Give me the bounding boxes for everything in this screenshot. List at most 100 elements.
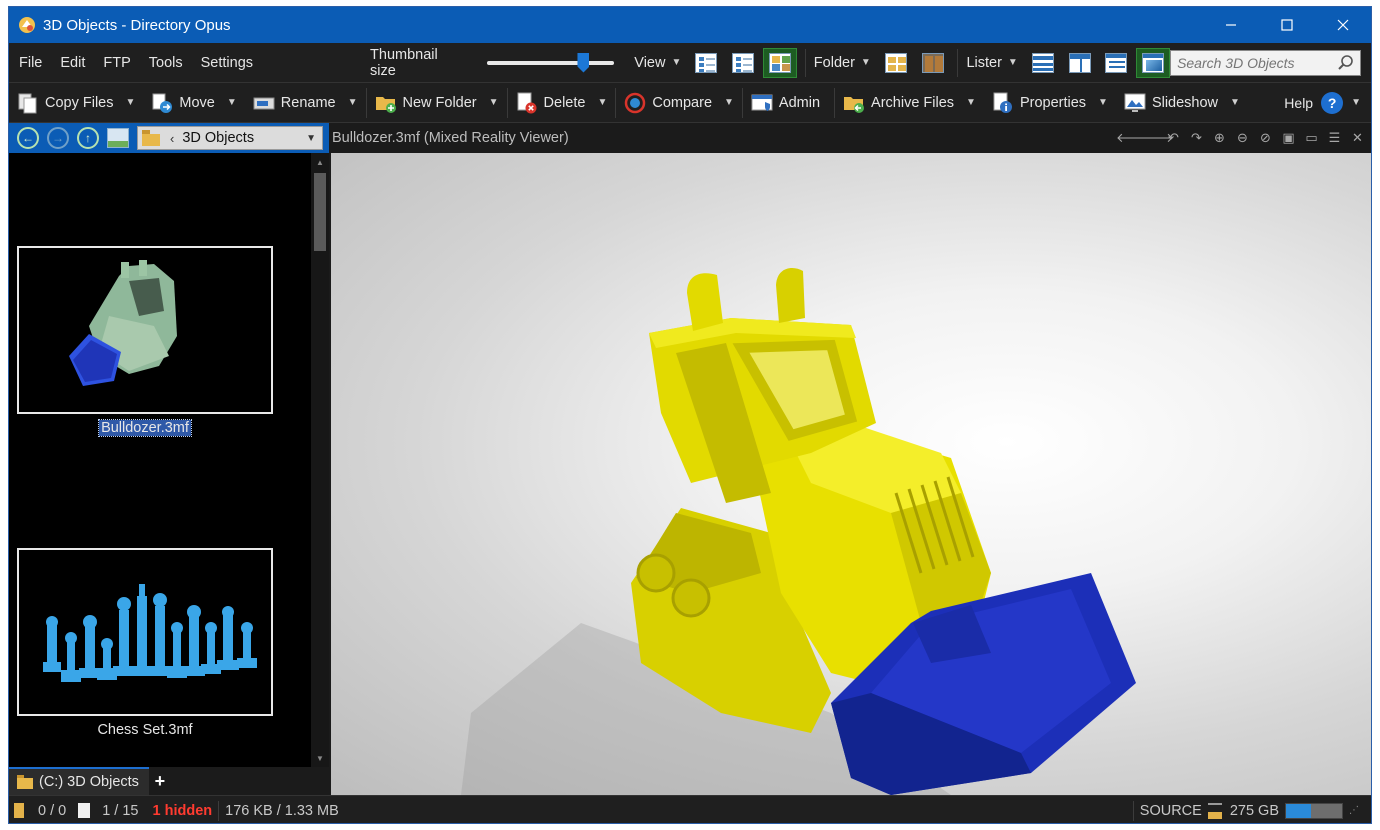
folder-layout-button[interactable] — [879, 48, 913, 78]
free-space-fill — [1286, 803, 1312, 818]
close-button[interactable] — [1315, 7, 1371, 43]
lister-layout-2-button[interactable] — [1063, 48, 1097, 78]
compare-dropdown-arrow-icon[interactable]: ▼ — [724, 97, 734, 108]
help-dropdown-arrow-icon[interactable]: ▼ — [1351, 97, 1361, 108]
breadcrumb-chevron-icon[interactable]: ‹ — [170, 131, 174, 146]
rename-dropdown-arrow-icon[interactable]: ▼ — [348, 97, 358, 108]
zoom-in-icon[interactable]: ⊕ — [1208, 130, 1231, 146]
copy-dropdown-arrow-icon[interactable]: ▼ — [126, 97, 136, 108]
file-display-pane[interactable]: Bulldozer.3mf Chess Set.3mf ▲ ▼ — [9, 153, 329, 767]
toolbar-separator — [804, 48, 806, 77]
search-input[interactable] — [1177, 54, 1338, 71]
folder-icon — [142, 130, 160, 146]
menu-file[interactable]: File — [9, 55, 51, 71]
mixed-reality-viewer[interactable] — [331, 153, 1371, 795]
folder-dropdown-arrow-icon[interactable]: ▼ — [861, 57, 871, 68]
slider-track — [487, 60, 615, 65]
viewer-title: Bulldozer.3mf (Mixed Reality Viewer) — [332, 130, 569, 146]
lock-icon[interactable] — [1207, 802, 1222, 819]
toggle-pane-button[interactable] — [107, 128, 129, 148]
title-bar: 3D Objects - Directory Opus — [9, 7, 1371, 43]
scroll-up-icon[interactable]: ▲ — [311, 153, 329, 171]
rotate-left-icon[interactable]: ↶ — [1162, 130, 1185, 146]
path-combo[interactable]: ‹ 3D Objects ▼ — [137, 126, 323, 150]
view-thumbnails-button[interactable] — [762, 47, 797, 78]
source-label: SOURCE — [1139, 802, 1202, 819]
viewer-previous-icon[interactable]: 🡐 — [1116, 130, 1151, 146]
file-pane-scrollbar[interactable]: ▲ ▼ — [311, 153, 329, 767]
folder-tab-3d-objects[interactable]: (C:) 3D Objects — [9, 767, 149, 795]
file-tile-bulldozer[interactable]: Bulldozer.3mf — [17, 246, 273, 437]
hidden-count[interactable]: 1 hidden — [153, 803, 213, 819]
zoom-out-icon[interactable]: ⊖ — [1231, 130, 1254, 146]
archive-files-button[interactable]: Archive Files ▼ — [835, 83, 984, 122]
viewer-next-icon[interactable]: 🡒 — [1139, 130, 1174, 146]
thumbnail-size-slider[interactable] — [487, 52, 615, 73]
file-count-icon — [78, 803, 91, 818]
lister-layout-3-button[interactable] — [1099, 48, 1133, 78]
move-dropdown-arrow-icon[interactable]: ▼ — [227, 97, 237, 108]
viewer-menu-icon[interactable]: ☰ — [1323, 130, 1346, 146]
menu-settings[interactable]: Settings — [192, 55, 262, 71]
menu-edit[interactable]: Edit — [51, 55, 94, 71]
zoom-reset-icon[interactable]: ⊘ — [1254, 130, 1277, 146]
slideshow-icon — [1124, 93, 1146, 112]
thumbnail-size-label: Thumbnail size — [370, 46, 438, 79]
directory-opus-app-icon — [19, 17, 35, 33]
move-button[interactable]: Move ▼ — [143, 83, 244, 122]
lister-layout-1-button[interactable] — [1026, 48, 1060, 78]
parent-folder-button[interactable]: ↑ — [77, 127, 99, 149]
viewer-close-icon[interactable]: ✕ — [1346, 130, 1369, 146]
slideshow-dropdown-arrow-icon[interactable]: ▼ — [1230, 97, 1240, 108]
slider-thumb[interactable] — [577, 52, 590, 73]
lister-menu-button[interactable]: Lister — [966, 55, 1001, 71]
add-tab-button[interactable]: + — [149, 767, 171, 795]
slideshow-button[interactable]: Slideshow ▼ — [1116, 83, 1248, 122]
full-screen-icon[interactable]: ▭ — [1300, 130, 1323, 146]
magnifier-icon[interactable] — [1337, 54, 1355, 72]
menu-tools[interactable]: Tools — [140, 55, 192, 71]
bulldozer-3d-model[interactable] — [331, 153, 1371, 795]
scrollbar-thumb[interactable] — [314, 173, 326, 251]
help-button[interactable]: Help ? ▼ — [1284, 91, 1371, 114]
fit-window-icon[interactable]: ▣ — [1277, 130, 1300, 146]
arrow-left-icon: ← — [22, 131, 34, 145]
window-title: 3D Objects - Directory Opus — [43, 16, 231, 34]
search-box[interactable] — [1170, 49, 1362, 76]
lister-dropdown-arrow-icon[interactable]: ▼ — [1008, 57, 1018, 68]
free-space-bar — [1285, 802, 1343, 819]
new-folder-dropdown-arrow-icon[interactable]: ▼ — [489, 97, 499, 108]
folder-menu-button[interactable]: Folder — [814, 55, 855, 71]
new-folder-button[interactable]: New Folder ▼ — [367, 83, 507, 122]
properties-button[interactable]: Properties ▼ — [984, 83, 1116, 122]
view-menu-button[interactable]: View — [634, 55, 665, 71]
view-power-button[interactable] — [726, 48, 760, 78]
path-dropdown-arrow-icon[interactable]: ▼ — [306, 133, 316, 144]
back-button[interactable]: ← — [17, 127, 39, 149]
admin-button[interactable]: Admin — [743, 83, 834, 122]
delete-button[interactable]: Delete ▼ — [508, 83, 616, 122]
forward-button[interactable]: → — [47, 127, 69, 149]
copy-files-button[interactable]: Copy Files ▼ — [9, 83, 143, 122]
minimize-icon — [1226, 24, 1236, 26]
view-details-button[interactable] — [689, 48, 723, 78]
properties-dropdown-arrow-icon[interactable]: ▼ — [1098, 97, 1108, 108]
dual-display-button[interactable] — [916, 48, 950, 78]
lister-viewer-pane-button[interactable] — [1136, 47, 1171, 78]
delete-dropdown-arrow-icon[interactable]: ▼ — [597, 97, 607, 108]
rotate-right-icon[interactable]: ↷ — [1185, 130, 1208, 146]
folder-tab-strip: (C:) 3D Objects + — [9, 767, 329, 795]
rename-button[interactable]: Rename ▼ — [245, 83, 366, 122]
resize-grip-icon[interactable]: ⋰ — [1349, 805, 1359, 816]
lister-rows-icon — [1031, 52, 1054, 73]
maximize-button[interactable] — [1259, 7, 1315, 43]
minimize-button[interactable] — [1203, 7, 1259, 43]
menu-ftp[interactable]: FTP — [94, 55, 139, 71]
compare-button[interactable]: Compare ▼ — [616, 83, 742, 122]
view-dropdown-arrow-icon[interactable]: ▼ — [671, 57, 681, 68]
scroll-down-icon[interactable]: ▼ — [311, 749, 329, 767]
main-toolbar: Copy Files ▼ Move ▼ Rename ▼ New Folder … — [9, 83, 1371, 123]
archive-dropdown-arrow-icon[interactable]: ▼ — [966, 97, 976, 108]
file-tile-chess-set[interactable]: Chess Set.3mf — [17, 548, 273, 738]
location-bar: ← → ↑ ‹ 3D Objects ▼ — [9, 123, 329, 153]
